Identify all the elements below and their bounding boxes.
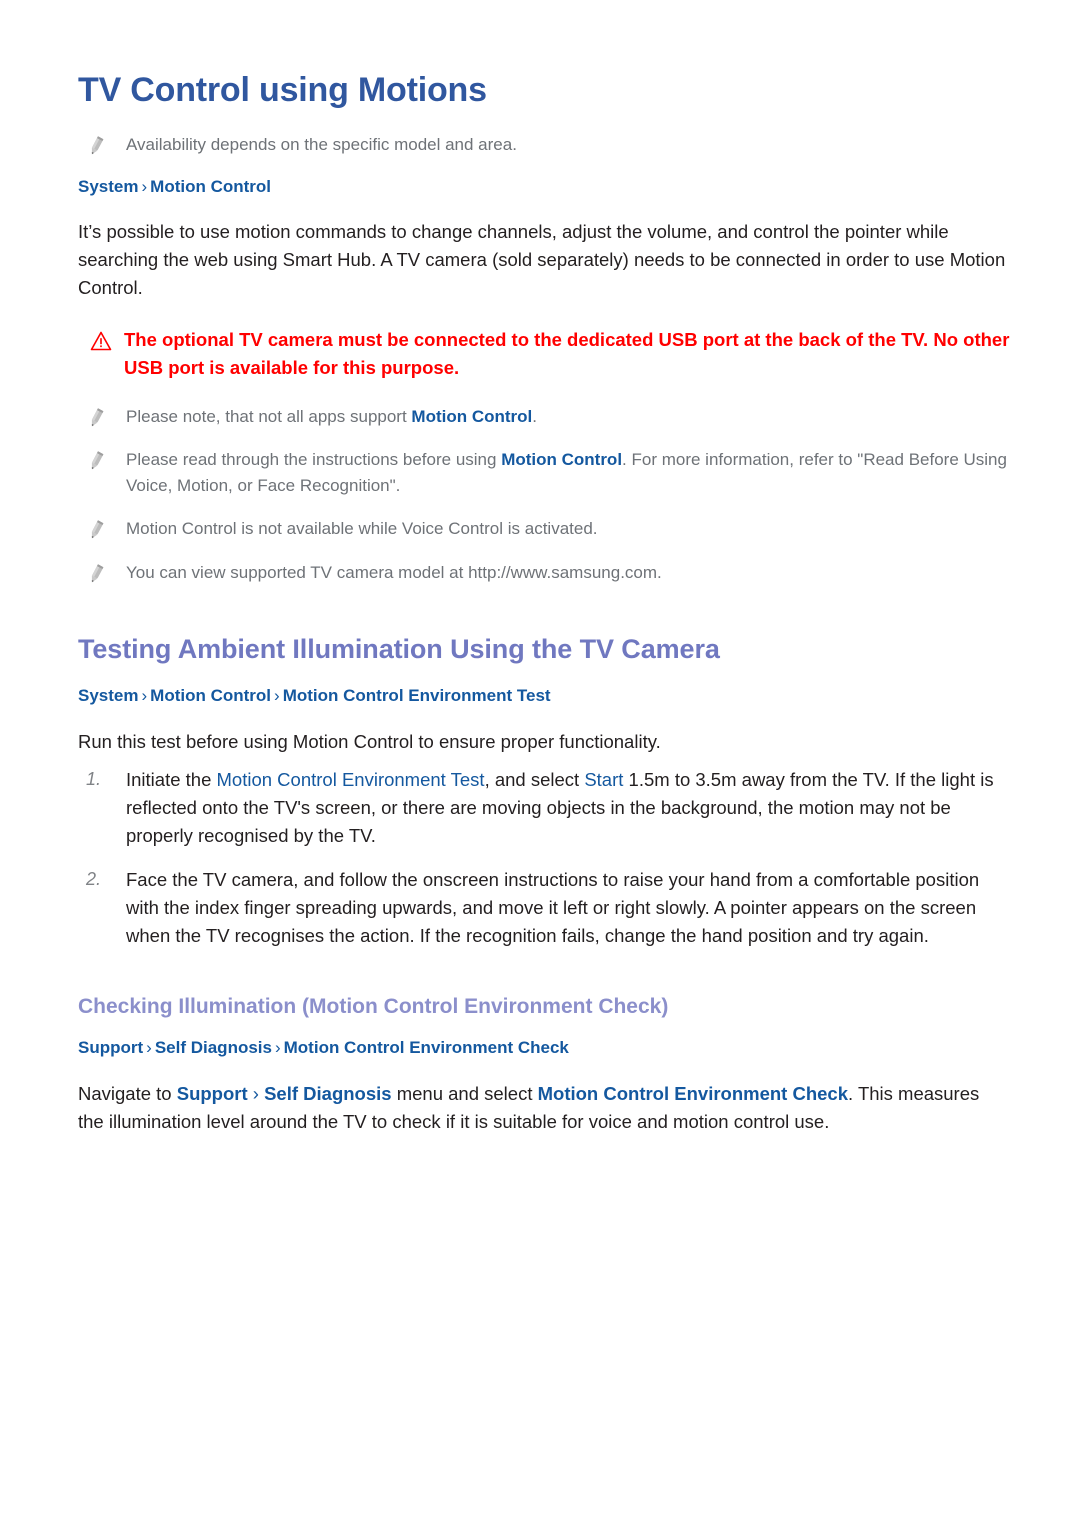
note-emphasis-motion-control: Motion Control [501,450,623,470]
pencil-icon [86,407,106,429]
step-number: 1. [86,768,102,789]
pencil-icon [86,519,106,541]
warning-block: The optional TV camera must be connected… [78,326,1010,382]
paragraph-part: menu and select [391,1082,538,1104]
list-item: 1. Initiate the Motion Control Environme… [78,766,1010,850]
breadcrumb-separator-icon: › [141,686,148,706]
section3-paragraph: Navigate to Support › Self Diagnosis men… [78,1080,1008,1136]
note-item: Motion Control is not available while Vo… [78,516,1010,542]
breadcrumb-item[interactable]: Support [78,1038,143,1057]
steps-list: 1. Initiate the Motion Control Environme… [78,766,1010,951]
note-text-part: Please read through the instructions bef… [126,450,502,470]
note-text: Please read through the instructions bef… [126,447,1010,498]
step-text: Initiate the Motion Control Environment … [126,766,1010,850]
breadcrumb-separator-icon: › [146,1038,152,1058]
note-text-part: . [532,406,538,426]
document-page: TV Control using Motions Availability de… [0,0,1080,1527]
breadcrumb-item[interactable]: System [78,177,138,196]
link-motion-control-environment-check[interactable]: Motion Control Environment Check [538,1083,848,1104]
step-text-part: Initiate the [126,768,217,790]
section2-paragraph: Run this test before using Motion Contro… [78,730,661,752]
breadcrumb-item[interactable]: Motion Control Environment Test [283,686,551,705]
list-item: 2. Face the TV camera, and follow the on… [78,866,1010,950]
note-text-part: Please note, that not all apps support [126,406,412,426]
breadcrumb-item[interactable]: Motion Control [150,177,271,196]
pencil-icon [86,135,106,157]
breadcrumb-separator-icon: › [274,1038,281,1058]
pencil-icon [86,450,106,472]
breadcrumb-separator-icon: › [141,176,148,196]
note-item: Please note, that not all apps support M… [78,404,1010,430]
step-number: 2. [86,868,102,889]
section-heading-testing-ambient-illumination: Testing Ambient Illumination Using the T… [78,634,720,665]
note-emphasis-motion-control: Motion Control [411,406,533,426]
breadcrumb-item[interactable]: Self Diagnosis [155,1038,272,1057]
link-self-diagnosis[interactable]: Self Diagnosis [264,1083,391,1104]
section-heading-checking-illumination: Checking Illumination (Motion Control En… [78,995,669,1019]
warning-text: The optional TV camera must be connected… [124,326,1010,382]
breadcrumb-system-motion-control[interactable]: System › Motion Control [78,176,1010,198]
step-text: Face the TV camera, and follow the onscr… [126,868,980,947]
breadcrumb-item[interactable]: System [78,686,138,705]
step-link-environment-test[interactable]: Motion Control Environment Test [217,769,485,790]
breadcrumb-separator-icon: › [274,686,280,706]
paragraph-part: Navigate to [78,1082,177,1104]
breadcrumb-item[interactable]: Motion Control [150,686,271,705]
breadcrumb-separator-icon: › [247,1082,265,1104]
warning-line-1: The optional TV camera must be connected… [124,329,929,351]
note-text: Please note, that not all apps support M… [126,404,1010,430]
intro-paragraph: It’s possible to use motion commands to … [78,220,1006,298]
note-availability: Availability depends on the specific mod… [78,132,1010,158]
step-text-part: , and select [484,768,585,790]
pencil-icon [86,563,106,585]
link-support[interactable]: Support [177,1083,248,1104]
note-item: Please read through the instructions bef… [78,447,1010,498]
breadcrumb-motion-control-environment-check[interactable]: Support › Self Diagnosis › Motion Control En… [78,1037,1010,1059]
warning-triangle-icon [90,330,112,352]
breadcrumb-motion-control-environment-test[interactable]: System › Motion Control › Motion Control Env… [78,685,1010,707]
note-text: You can view supported TV camera model a… [126,562,662,582]
note-text: Availability depends on the specific mod… [126,135,517,155]
step-link-start[interactable]: Start [584,769,623,790]
note-item: You can view supported TV camera model a… [78,560,1010,586]
breadcrumb-item[interactable]: Motion Control Environment Check [284,1038,569,1057]
page-title: TV Control using Motions [78,71,487,109]
note-text: Motion Control is not available while Vo… [126,519,598,539]
